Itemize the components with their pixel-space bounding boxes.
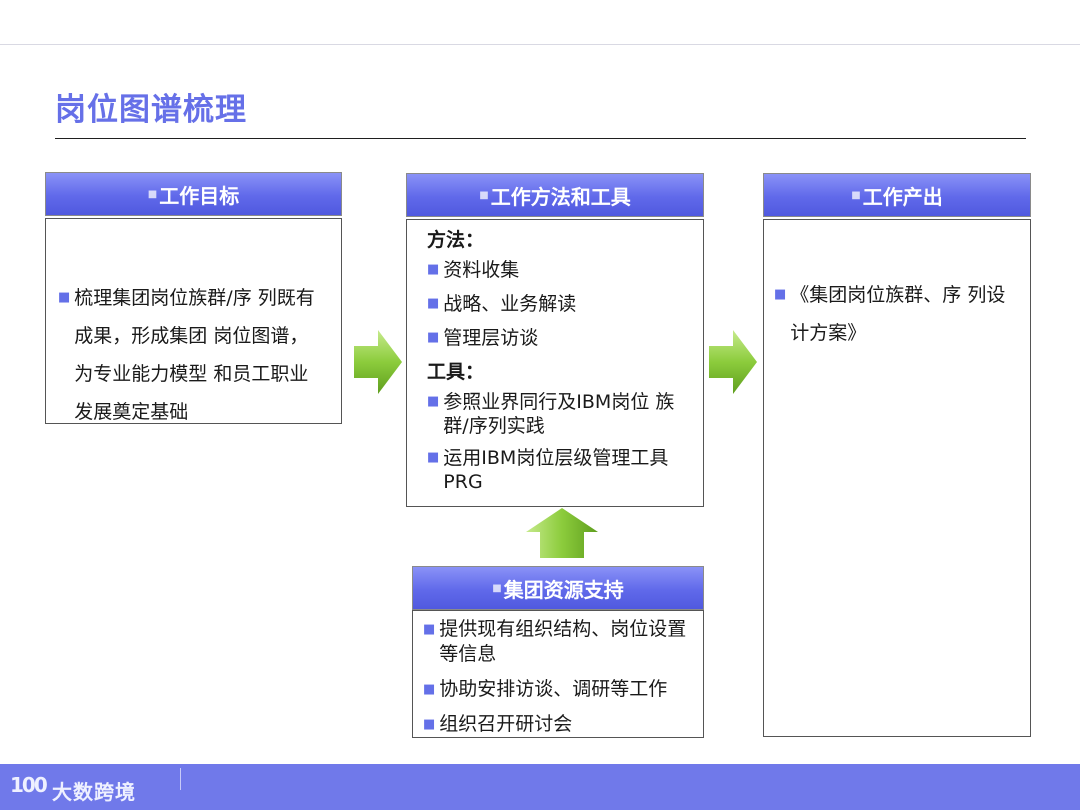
bullet-icon: ■ bbox=[423, 622, 436, 637]
bullet-icon: ■ bbox=[427, 330, 440, 345]
support-item-label: 提供现有组织结构、岗位设置等信息 bbox=[439, 618, 687, 665]
tool-item: ■ 参照业界同行及IBM岗位 族群/序列实践 bbox=[427, 390, 695, 438]
methods-label: 方法： bbox=[427, 229, 485, 251]
output-text: 《集团岗位族群、序 列设计方案》 bbox=[790, 284, 1006, 344]
tools-label: 工具： bbox=[427, 361, 485, 383]
support-header: ■ 集团资源支持 bbox=[412, 566, 704, 610]
method-item-label: 管理层访谈 bbox=[443, 327, 539, 349]
right-arrow-icon bbox=[354, 330, 402, 394]
header-dot-icon: ■ bbox=[147, 188, 158, 200]
logo-mark: 100 bbox=[10, 773, 48, 797]
support-item: ■ 组织召开研讨会 bbox=[423, 712, 695, 737]
output-box: ■ 《集团岗位族群、序 列设计方案》 bbox=[763, 219, 1031, 737]
bullet-icon: ■ bbox=[774, 287, 787, 302]
footer-bar: 100 大数跨境 bbox=[0, 764, 1080, 810]
goal-header-label: 工作目标 bbox=[159, 183, 240, 208]
output-header: ■ 工作产出 bbox=[763, 173, 1031, 217]
method-header: ■ 工作方法和工具 bbox=[406, 173, 704, 217]
method-item-label: 资料收集 bbox=[443, 259, 520, 281]
logo-text: 大数跨境 bbox=[52, 780, 136, 804]
output-item: ■ 《集团岗位族群、序 列设计方案》 bbox=[774, 276, 1018, 352]
goal-header: ■ 工作目标 bbox=[45, 172, 342, 216]
support-item-label: 协助安排访谈、调研等工作 bbox=[439, 678, 668, 700]
right-arrow-icon bbox=[709, 330, 757, 394]
goal-item: ■ 梳理集团岗位族群/序 列既有成果，形成集团 岗位图谱，为专业能力模型 和员工… bbox=[58, 279, 325, 431]
bullet-icon: ■ bbox=[58, 290, 71, 305]
support-item: ■ 提供现有组织结构、岗位设置等信息 bbox=[423, 617, 695, 667]
method-item: ■ 战略、业务解读 bbox=[427, 292, 695, 316]
support-header-label: 集团资源支持 bbox=[503, 577, 624, 602]
method-item: ■ 资料收集 bbox=[427, 258, 695, 282]
header-dot-icon: ■ bbox=[851, 189, 861, 201]
bullet-icon: ■ bbox=[423, 682, 436, 697]
header-dot-icon: ■ bbox=[492, 582, 502, 594]
output-header-label: 工作产出 bbox=[862, 184, 943, 209]
page-title: 岗位图谱梳理 bbox=[55, 92, 247, 128]
tool-item-label: 运用IBM岗位层级管理工具PRG bbox=[443, 447, 669, 493]
goal-box: ■ 梳理集团岗位族群/序 列既有成果，形成集团 岗位图谱，为专业能力模型 和员工… bbox=[45, 218, 342, 424]
method-box: 方法： ■ 资料收集 ■ 战略、业务解读 ■ 管理层访谈 工具： ■ 参照业界同… bbox=[406, 219, 704, 507]
goal-text: 梳理集团岗位族群/序 列既有成果，形成集团 岗位图谱，为专业能力模型 和员工职业… bbox=[74, 287, 315, 423]
bullet-icon: ■ bbox=[423, 717, 436, 732]
method-item: ■ 管理层访谈 bbox=[427, 326, 695, 350]
bullet-icon: ■ bbox=[427, 450, 440, 465]
support-box: ■ 提供现有组织结构、岗位设置等信息 ■ 协助安排访谈、调研等工作 ■ 组织召开… bbox=[412, 610, 704, 738]
method-header-label: 工作方法和工具 bbox=[490, 184, 631, 209]
support-item-label: 组织召开研讨会 bbox=[439, 713, 573, 735]
top-rule bbox=[0, 44, 1080, 45]
bullet-icon: ■ bbox=[427, 296, 440, 311]
support-item: ■ 协助安排访谈、调研等工作 bbox=[423, 677, 695, 702]
header-dot-icon: ■ bbox=[479, 189, 489, 201]
footer-divider bbox=[180, 768, 181, 790]
title-rule bbox=[55, 138, 1026, 139]
tool-item: ■ 运用IBM岗位层级管理工具PRG bbox=[427, 446, 695, 494]
method-item-label: 战略、业务解读 bbox=[443, 293, 577, 315]
tool-item-label: 参照业界同行及IBM岗位 族群/序列实践 bbox=[443, 391, 675, 437]
bullet-icon: ■ bbox=[427, 262, 440, 277]
up-arrow-icon bbox=[526, 508, 598, 558]
bullet-icon: ■ bbox=[427, 394, 440, 409]
